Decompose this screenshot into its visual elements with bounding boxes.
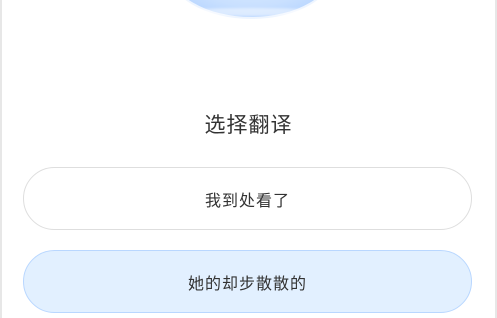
left-border <box>0 0 2 318</box>
translation-screen: 选择翻译 我到处看了 她的却步散散的 <box>0 0 497 318</box>
top-illustration <box>169 0 334 17</box>
answer-option-2-label: 她的却步散散的 <box>187 273 307 293</box>
answer-option-2[interactable]: 她的却步散散的 <box>23 250 472 313</box>
page-title: 选择翻译 <box>204 113 293 137</box>
answer-option-1[interactable]: 我到处看了 <box>23 167 472 230</box>
answer-option-1-label: 我到处看了 <box>204 190 290 210</box>
